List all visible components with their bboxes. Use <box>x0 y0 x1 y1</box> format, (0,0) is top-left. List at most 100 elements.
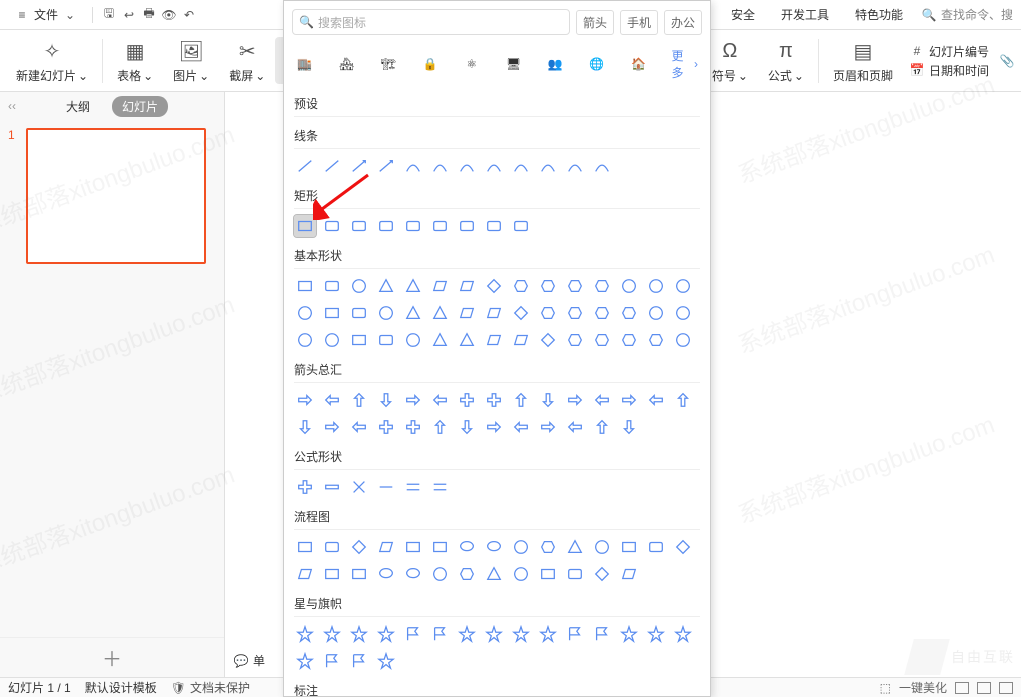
preset-icon[interactable]: 🏬 <box>296 54 314 74</box>
shape-item[interactable] <box>429 215 451 237</box>
shape-item[interactable] <box>483 329 505 351</box>
shape-item[interactable] <box>672 302 694 324</box>
shape-item[interactable] <box>483 389 505 411</box>
shape-item[interactable] <box>537 389 559 411</box>
shape-item[interactable] <box>429 563 451 585</box>
shape-item[interactable] <box>321 275 343 297</box>
shape-item[interactable] <box>429 416 451 438</box>
shape-item[interactable] <box>375 155 397 177</box>
shape-item[interactable] <box>402 275 424 297</box>
shape-item[interactable] <box>456 302 478 324</box>
shape-item[interactable] <box>483 275 505 297</box>
shape-item[interactable] <box>375 536 397 558</box>
slide-number-button[interactable]: #幻灯片编号 <box>909 43 989 60</box>
preset-icon[interactable]: 🏠 <box>630 54 648 74</box>
undo-icon[interactable]: ↶ <box>181 7 197 23</box>
shape-item[interactable] <box>348 215 370 237</box>
shape-item[interactable] <box>294 215 316 237</box>
shape-item[interactable] <box>537 563 559 585</box>
shape-item[interactable] <box>456 275 478 297</box>
shape-item[interactable] <box>564 416 586 438</box>
shape-item[interactable] <box>537 302 559 324</box>
shape-item[interactable] <box>294 563 316 585</box>
shape-item[interactable] <box>591 302 613 324</box>
shapes-scroll-area[interactable]: 预设 线条 矩形 基本形状 箭头总汇 公式形状 流程图 <box>284 91 710 696</box>
shape-item[interactable] <box>672 623 694 645</box>
icon-search-input[interactable]: 🔍 搜索图标 <box>292 9 570 35</box>
shape-item[interactable] <box>537 416 559 438</box>
shape-item[interactable] <box>645 623 667 645</box>
shape-item[interactable] <box>672 329 694 351</box>
shape-item[interactable] <box>591 275 613 297</box>
add-slide-button[interactable]: ＋ <box>0 637 224 677</box>
shape-item[interactable] <box>348 416 370 438</box>
shape-item[interactable] <box>375 275 397 297</box>
slides-tab[interactable]: 幻灯片 <box>112 96 168 117</box>
shape-item[interactable] <box>645 275 667 297</box>
shape-item[interactable] <box>375 329 397 351</box>
shape-item[interactable] <box>510 329 532 351</box>
shape-item[interactable] <box>375 215 397 237</box>
shape-item[interactable] <box>294 155 316 177</box>
shape-item[interactable] <box>510 155 532 177</box>
shape-item[interactable] <box>483 536 505 558</box>
new-slide-button[interactable]: ✧ 新建幻灯片 ⌄ <box>6 37 98 84</box>
shape-item[interactable] <box>483 563 505 585</box>
shape-item[interactable] <box>402 536 424 558</box>
shape-item[interactable] <box>456 389 478 411</box>
shape-item[interactable] <box>294 416 316 438</box>
shape-item[interactable] <box>321 650 343 672</box>
attach-icon[interactable]: 📎 <box>999 53 1015 69</box>
shape-item[interactable] <box>510 215 532 237</box>
shape-item[interactable] <box>321 536 343 558</box>
more-presets-link[interactable]: 更多 › <box>671 47 698 81</box>
shape-item[interactable] <box>294 302 316 324</box>
shape-item[interactable] <box>294 623 316 645</box>
shape-item[interactable] <box>645 389 667 411</box>
shape-item[interactable] <box>429 155 451 177</box>
collapse-pane-icon[interactable]: ‹‹ <box>8 99 16 113</box>
view-sorter-icon[interactable] <box>977 682 991 694</box>
save-icon[interactable]: 🖫 <box>101 7 117 23</box>
back-icon[interactable]: ↩ <box>121 7 137 23</box>
preset-icon[interactable]: 🌐 <box>588 54 606 74</box>
shape-item[interactable] <box>645 302 667 324</box>
screenshot-button[interactable]: ✂ 截屏 ⌄ <box>219 37 275 84</box>
shape-item[interactable] <box>564 329 586 351</box>
template-name[interactable]: 默认设计模板 <box>85 679 157 696</box>
shape-item[interactable] <box>510 416 532 438</box>
shape-item[interactable] <box>537 155 559 177</box>
shape-item[interactable] <box>375 389 397 411</box>
shape-item[interactable] <box>429 329 451 351</box>
shape-item[interactable] <box>348 476 370 498</box>
slide-thumbnail[interactable] <box>26 128 206 264</box>
shape-item[interactable] <box>294 536 316 558</box>
shape-item[interactable] <box>591 623 613 645</box>
shape-item[interactable] <box>645 329 667 351</box>
shape-item[interactable] <box>456 155 478 177</box>
shape-item[interactable] <box>402 302 424 324</box>
shape-item[interactable] <box>510 536 532 558</box>
preset-icon[interactable]: 🖥 <box>505 54 523 74</box>
shape-item[interactable] <box>510 389 532 411</box>
shape-item[interactable] <box>510 563 532 585</box>
preset-icon[interactable]: 🔒 <box>421 54 439 74</box>
shape-item[interactable] <box>294 275 316 297</box>
shape-item[interactable] <box>564 302 586 324</box>
shape-item[interactable] <box>321 563 343 585</box>
view-normal-icon[interactable] <box>955 682 969 694</box>
shape-item[interactable] <box>483 416 505 438</box>
shape-item[interactable] <box>537 536 559 558</box>
shape-item[interactable] <box>564 155 586 177</box>
shape-item[interactable] <box>618 563 640 585</box>
shape-item[interactable] <box>375 476 397 498</box>
shape-item[interactable] <box>456 215 478 237</box>
shape-item[interactable] <box>537 275 559 297</box>
shape-item[interactable] <box>348 563 370 585</box>
shape-item[interactable] <box>348 275 370 297</box>
shape-item[interactable] <box>321 476 343 498</box>
shape-item[interactable] <box>294 329 316 351</box>
image-button[interactable]: 🖼 图片 ⌄ <box>163 37 219 84</box>
shape-item[interactable] <box>483 215 505 237</box>
print-icon[interactable]: 🖶 <box>141 7 157 23</box>
